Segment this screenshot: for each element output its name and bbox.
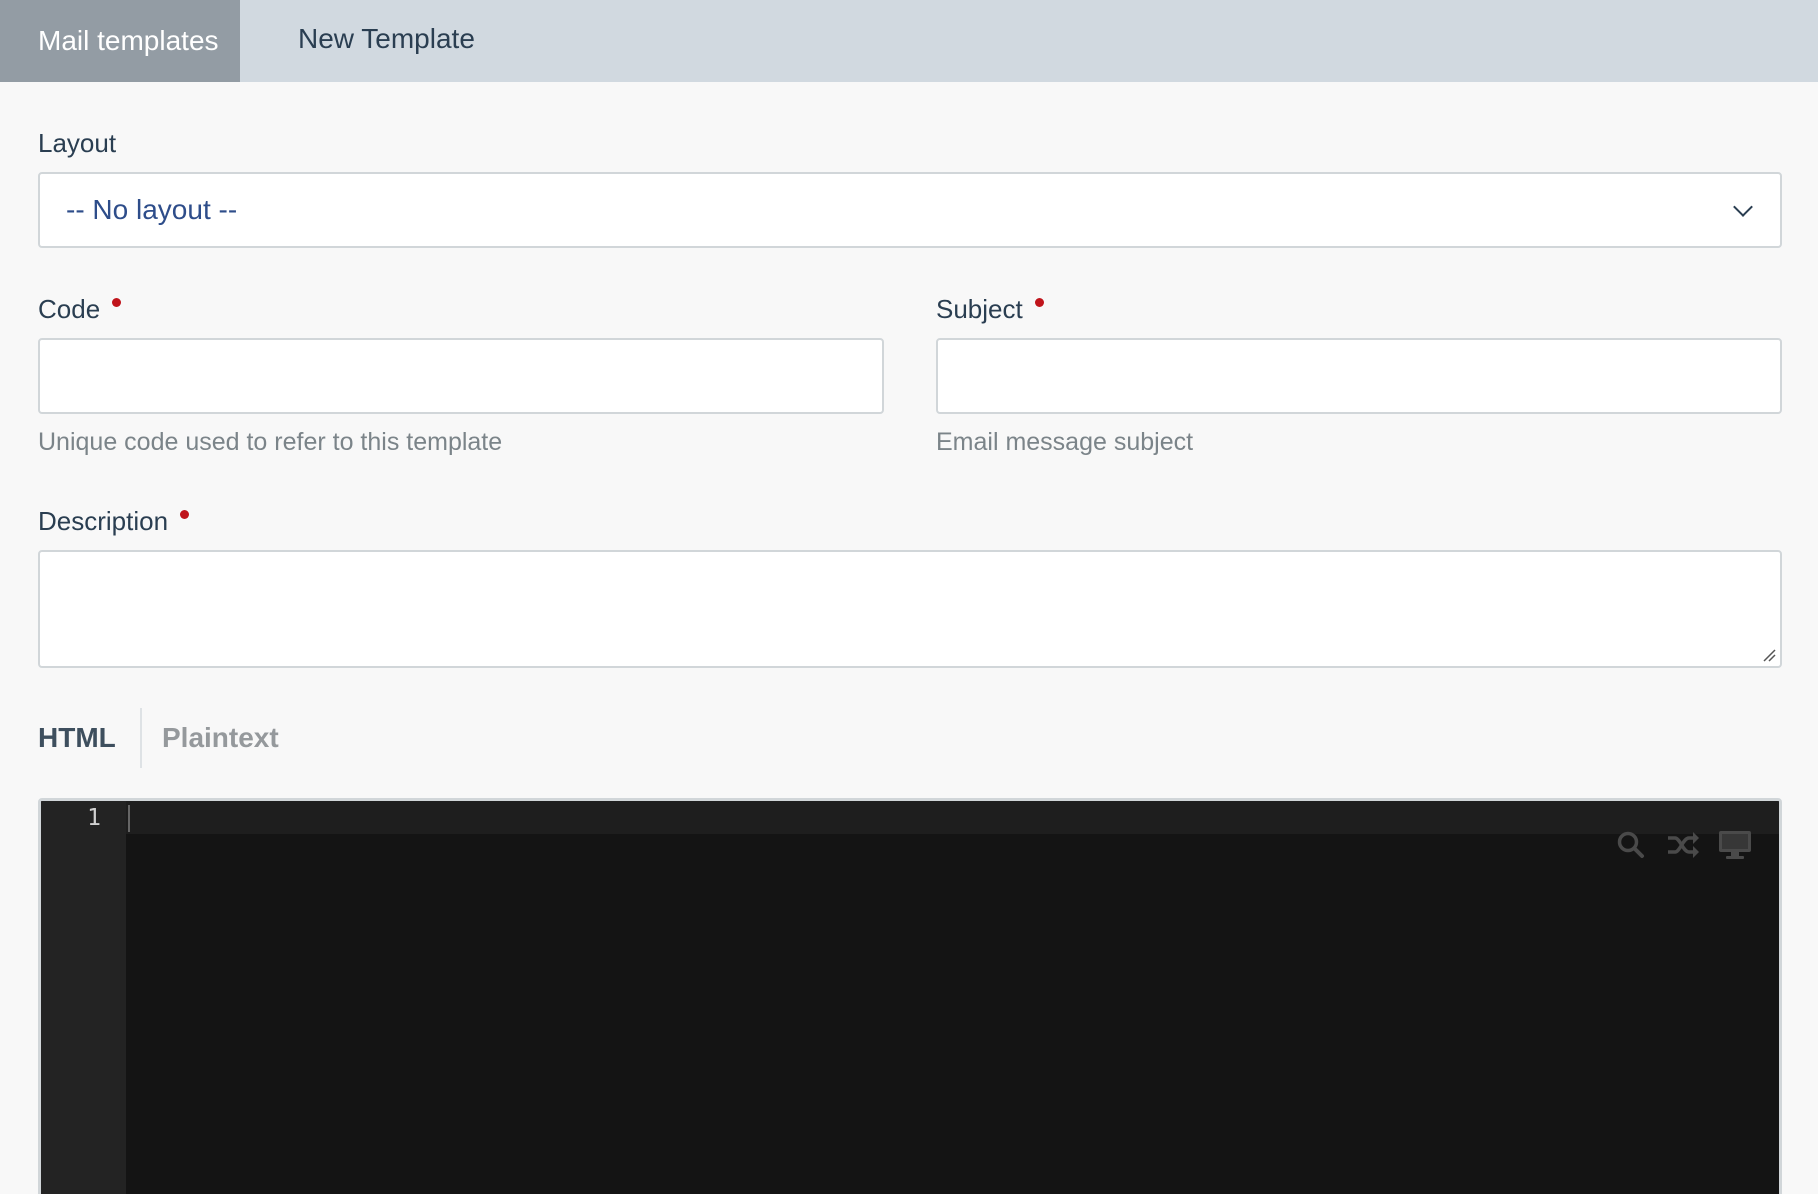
search-icon[interactable] xyxy=(1613,828,1649,862)
resize-handle-icon[interactable] xyxy=(1762,648,1776,662)
tab-divider xyxy=(140,708,142,768)
editor-gutter: 1 xyxy=(41,801,126,1194)
subject-label: Subject xyxy=(936,294,1044,325)
required-indicator-icon xyxy=(180,510,190,519)
code-label: Code xyxy=(38,294,122,325)
subject-field-wrapper xyxy=(936,338,1782,414)
editor-toolbar xyxy=(1613,828,1753,862)
layout-label: Layout xyxy=(38,128,116,159)
required-indicator-icon xyxy=(112,298,122,307)
code-help-text: Unique code used to refer to this templa… xyxy=(38,428,503,456)
description-label: Description xyxy=(38,506,190,537)
breadcrumb-current-page: New Template xyxy=(298,23,475,54)
required-indicator-icon xyxy=(1034,298,1044,307)
code-label-text: Code xyxy=(38,294,101,324)
breadcrumb: Mail templates New Template xyxy=(0,0,1818,82)
code-input[interactable] xyxy=(40,340,882,412)
subject-label-text: Subject xyxy=(936,294,1023,324)
description-textarea[interactable] xyxy=(40,552,1780,666)
code-field-wrapper xyxy=(38,338,884,414)
subject-help-text: Email message subject xyxy=(936,428,1194,456)
shuffle-icon[interactable] xyxy=(1665,828,1701,862)
subject-input[interactable] xyxy=(938,340,1780,412)
chevron-down-icon xyxy=(1733,197,1753,217)
line-number: 1 xyxy=(87,805,101,831)
editor-active-line xyxy=(126,801,1779,834)
tab-plaintext[interactable]: Plaintext xyxy=(162,722,279,754)
breadcrumb-mail-templates-link[interactable]: Mail templates xyxy=(0,0,240,82)
layout-label-text: Layout xyxy=(38,128,117,158)
editor-cursor xyxy=(128,805,130,832)
layout-select[interactable]: -- No layout -- xyxy=(38,172,1782,248)
layout-select-value: -- No layout -- xyxy=(66,194,238,225)
code-editor[interactable]: 1 xyxy=(38,798,1782,1194)
description-label-text: Description xyxy=(38,506,169,536)
desktop-icon[interactable] xyxy=(1717,828,1753,862)
description-field-wrapper xyxy=(38,550,1782,668)
tab-html[interactable]: HTML xyxy=(38,722,116,754)
